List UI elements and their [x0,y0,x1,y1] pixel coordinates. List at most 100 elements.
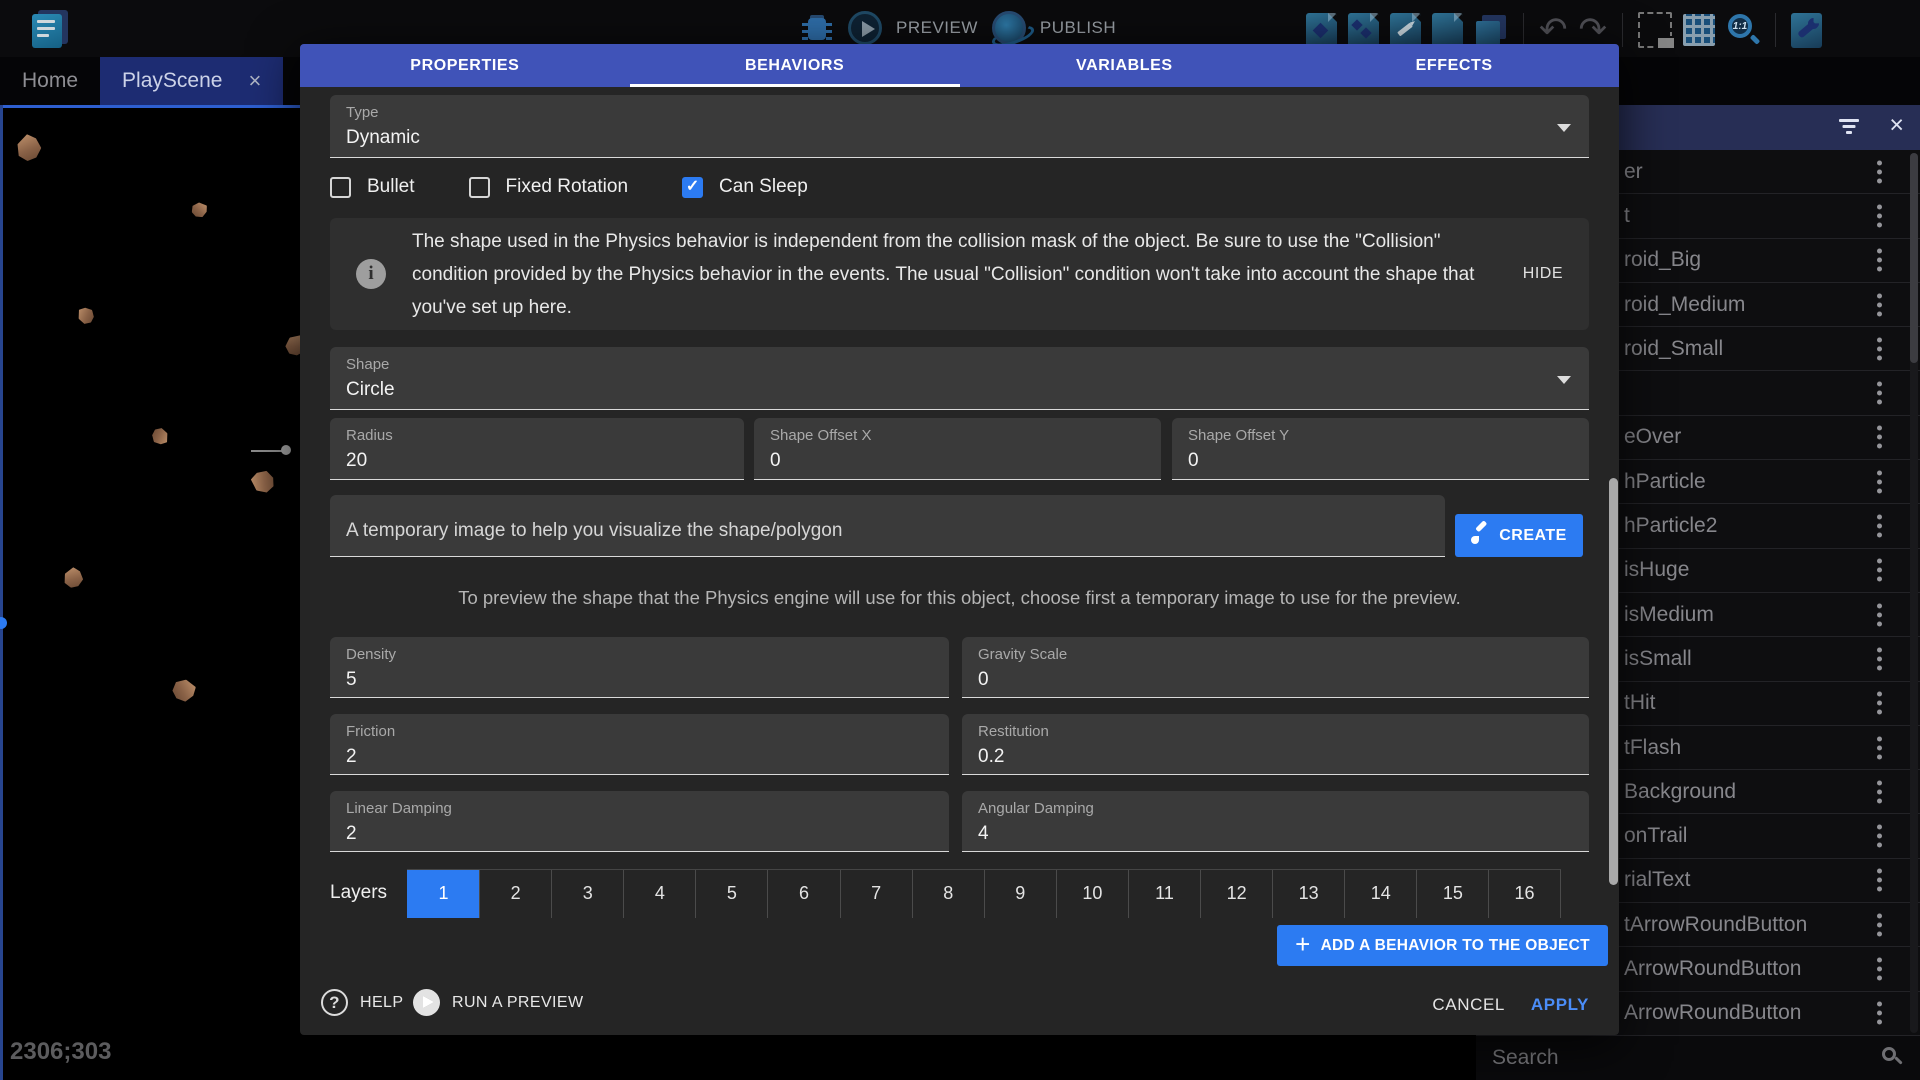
row-menu-icon[interactable] [1877,249,1882,272]
friction-input[interactable]: 2 [346,746,933,768]
shape-offset-x-field[interactable]: Shape Offset X 0 [754,418,1161,480]
shape-dropdown[interactable]: Shape Circle [330,347,1589,410]
row-menu-icon[interactable] [1877,647,1882,670]
asteroid-sprite[interactable] [149,425,171,448]
preview-button[interactable]: PREVIEW [896,18,978,38]
fixed-rotation-checkbox[interactable]: ✓ Fixed Rotation [469,176,629,198]
radius-field[interactable]: Radius 20 [330,418,744,480]
row-menu-icon[interactable] [1877,692,1882,715]
tab-properties[interactable]: PROPERTIES [300,44,630,87]
row-menu-icon[interactable] [1877,736,1882,759]
linear-damping-input[interactable]: 2 [346,823,933,845]
debug-icon[interactable] [800,11,834,45]
tab-effects[interactable]: EFFECTS [1289,44,1619,87]
tab-variables[interactable]: VARIABLES [960,44,1290,87]
project-manager-icon[interactable] [28,8,70,50]
angular-damping-field[interactable]: Angular Damping 4 [962,791,1589,852]
shape-offset-y-input[interactable]: 0 [1188,450,1573,472]
checkbox-box[interactable]: ✓ [682,177,703,198]
preview-play-icon[interactable] [848,11,882,45]
row-menu-icon[interactable] [1877,825,1882,848]
row-menu-icon[interactable] [1877,337,1882,360]
layer-cell-13[interactable]: 13 [1272,870,1344,918]
layer-cell-5[interactable]: 5 [695,870,767,918]
zoom-1-1-icon[interactable]: 1:1 [1726,13,1760,47]
edit-scene-icon[interactable] [1390,13,1421,48]
undo-icon[interactable]: ↶ [1539,13,1568,47]
tab-playscene[interactable]: PlayScene × [100,57,283,105]
row-menu-icon[interactable] [1877,913,1882,936]
objects-scrollbar-thumb[interactable] [1910,153,1918,363]
asteroid-sprite[interactable] [15,133,44,163]
density-input[interactable]: 5 [346,669,933,691]
layer-cell-12[interactable]: 12 [1200,870,1272,918]
marquee-remove-icon[interactable] [1638,12,1672,48]
layer-cell-4[interactable]: 4 [623,870,695,918]
type-dropdown[interactable]: Type Dynamic [330,95,1589,158]
layer-cell-3[interactable]: 3 [551,870,623,918]
row-menu-icon[interactable] [1877,426,1882,449]
row-menu-icon[interactable] [1877,869,1882,892]
filter-icon[interactable] [1838,119,1860,135]
row-menu-icon[interactable] [1877,603,1882,626]
checkbox-box[interactable]: ✓ [469,177,490,198]
asteroid-sprite[interactable] [172,679,197,703]
density-field[interactable]: Density 5 [330,637,949,698]
help-button[interactable]: ? HELP [321,989,403,1016]
tab-close-icon[interactable]: × [248,68,261,94]
properties-list-icon[interactable] [1432,13,1463,48]
row-menu-icon[interactable] [1877,160,1882,183]
radius-input[interactable]: 20 [346,450,728,472]
layer-cell-7[interactable]: 7 [840,870,912,918]
shape-offset-y-field[interactable]: Shape Offset Y 0 [1172,418,1589,480]
temp-image-field[interactable]: A temporary image to help you visualize … [330,495,1445,557]
selection-anchor-dot[interactable] [0,617,7,629]
row-menu-icon[interactable] [1877,382,1882,405]
row-menu-icon[interactable] [1877,515,1882,538]
settings-wrench-icon[interactable] [1791,13,1822,48]
checkbox-box[interactable]: ✓ [330,177,351,198]
asteroid-sprite[interactable] [190,201,208,219]
layer-cell-16[interactable]: 16 [1488,870,1560,918]
row-menu-icon[interactable] [1877,559,1882,582]
tab-home[interactable]: Home [0,57,100,105]
add-behavior-button[interactable]: + ADD A BEHAVIOR TO THE OBJECT [1277,925,1608,966]
row-menu-icon[interactable] [1877,957,1882,980]
angular-damping-input[interactable]: 4 [978,823,1573,845]
asteroid-sprite[interactable] [75,304,97,327]
cancel-button[interactable]: CANCEL [1426,989,1511,1021]
temp-image-input[interactable]: A temporary image to help you visualize … [346,520,1429,542]
layer-cell-9[interactable]: 9 [984,870,1056,918]
asteroid-sprite[interactable] [248,466,279,497]
layer-cell-6[interactable]: 6 [767,870,839,918]
search-input[interactable]: Search [1476,1046,1882,1070]
layer-cell-8[interactable]: 8 [912,870,984,918]
run-preview-button[interactable]: RUN A PREVIEW [413,989,583,1016]
gravity-scale-field[interactable]: Gravity Scale 0 [962,637,1589,698]
layer-cell-10[interactable]: 10 [1056,870,1128,918]
row-menu-icon[interactable] [1877,780,1882,803]
bullet-checkbox[interactable]: ✓ Bullet [330,176,415,198]
layer-cell-11[interactable]: 11 [1128,870,1200,918]
layers-icon[interactable] [1474,13,1508,47]
layer-cell-14[interactable]: 14 [1344,870,1416,918]
layer-cell-1[interactable]: 1 [407,870,479,918]
layer-cell-15[interactable]: 15 [1416,870,1488,918]
friction-field[interactable]: Friction 2 [330,714,949,775]
shape-offset-x-input[interactable]: 0 [770,450,1145,472]
publish-globe-icon[interactable] [992,11,1026,45]
hide-button[interactable]: HIDE [1515,257,1571,291]
row-menu-icon[interactable] [1877,204,1882,227]
dialog-scrollbar-thumb[interactable] [1609,478,1618,885]
search-bar[interactable]: Search [1476,1036,1920,1080]
gravity-scale-input[interactable]: 0 [978,669,1573,691]
tab-behaviors[interactable]: BEHAVIORS [630,44,960,87]
create-button[interactable]: CREATE [1455,514,1583,557]
restitution-field[interactable]: Restitution 0.2 [962,714,1589,775]
scene-object-icon[interactable] [1306,13,1337,48]
apply-button[interactable]: APPLY [1525,989,1595,1021]
publish-button[interactable]: PUBLISH [1040,18,1116,38]
object-handle-dot[interactable] [281,445,291,455]
row-menu-icon[interactable] [1877,1002,1882,1025]
can-sleep-checkbox[interactable]: ✓ Can Sleep [682,176,808,198]
